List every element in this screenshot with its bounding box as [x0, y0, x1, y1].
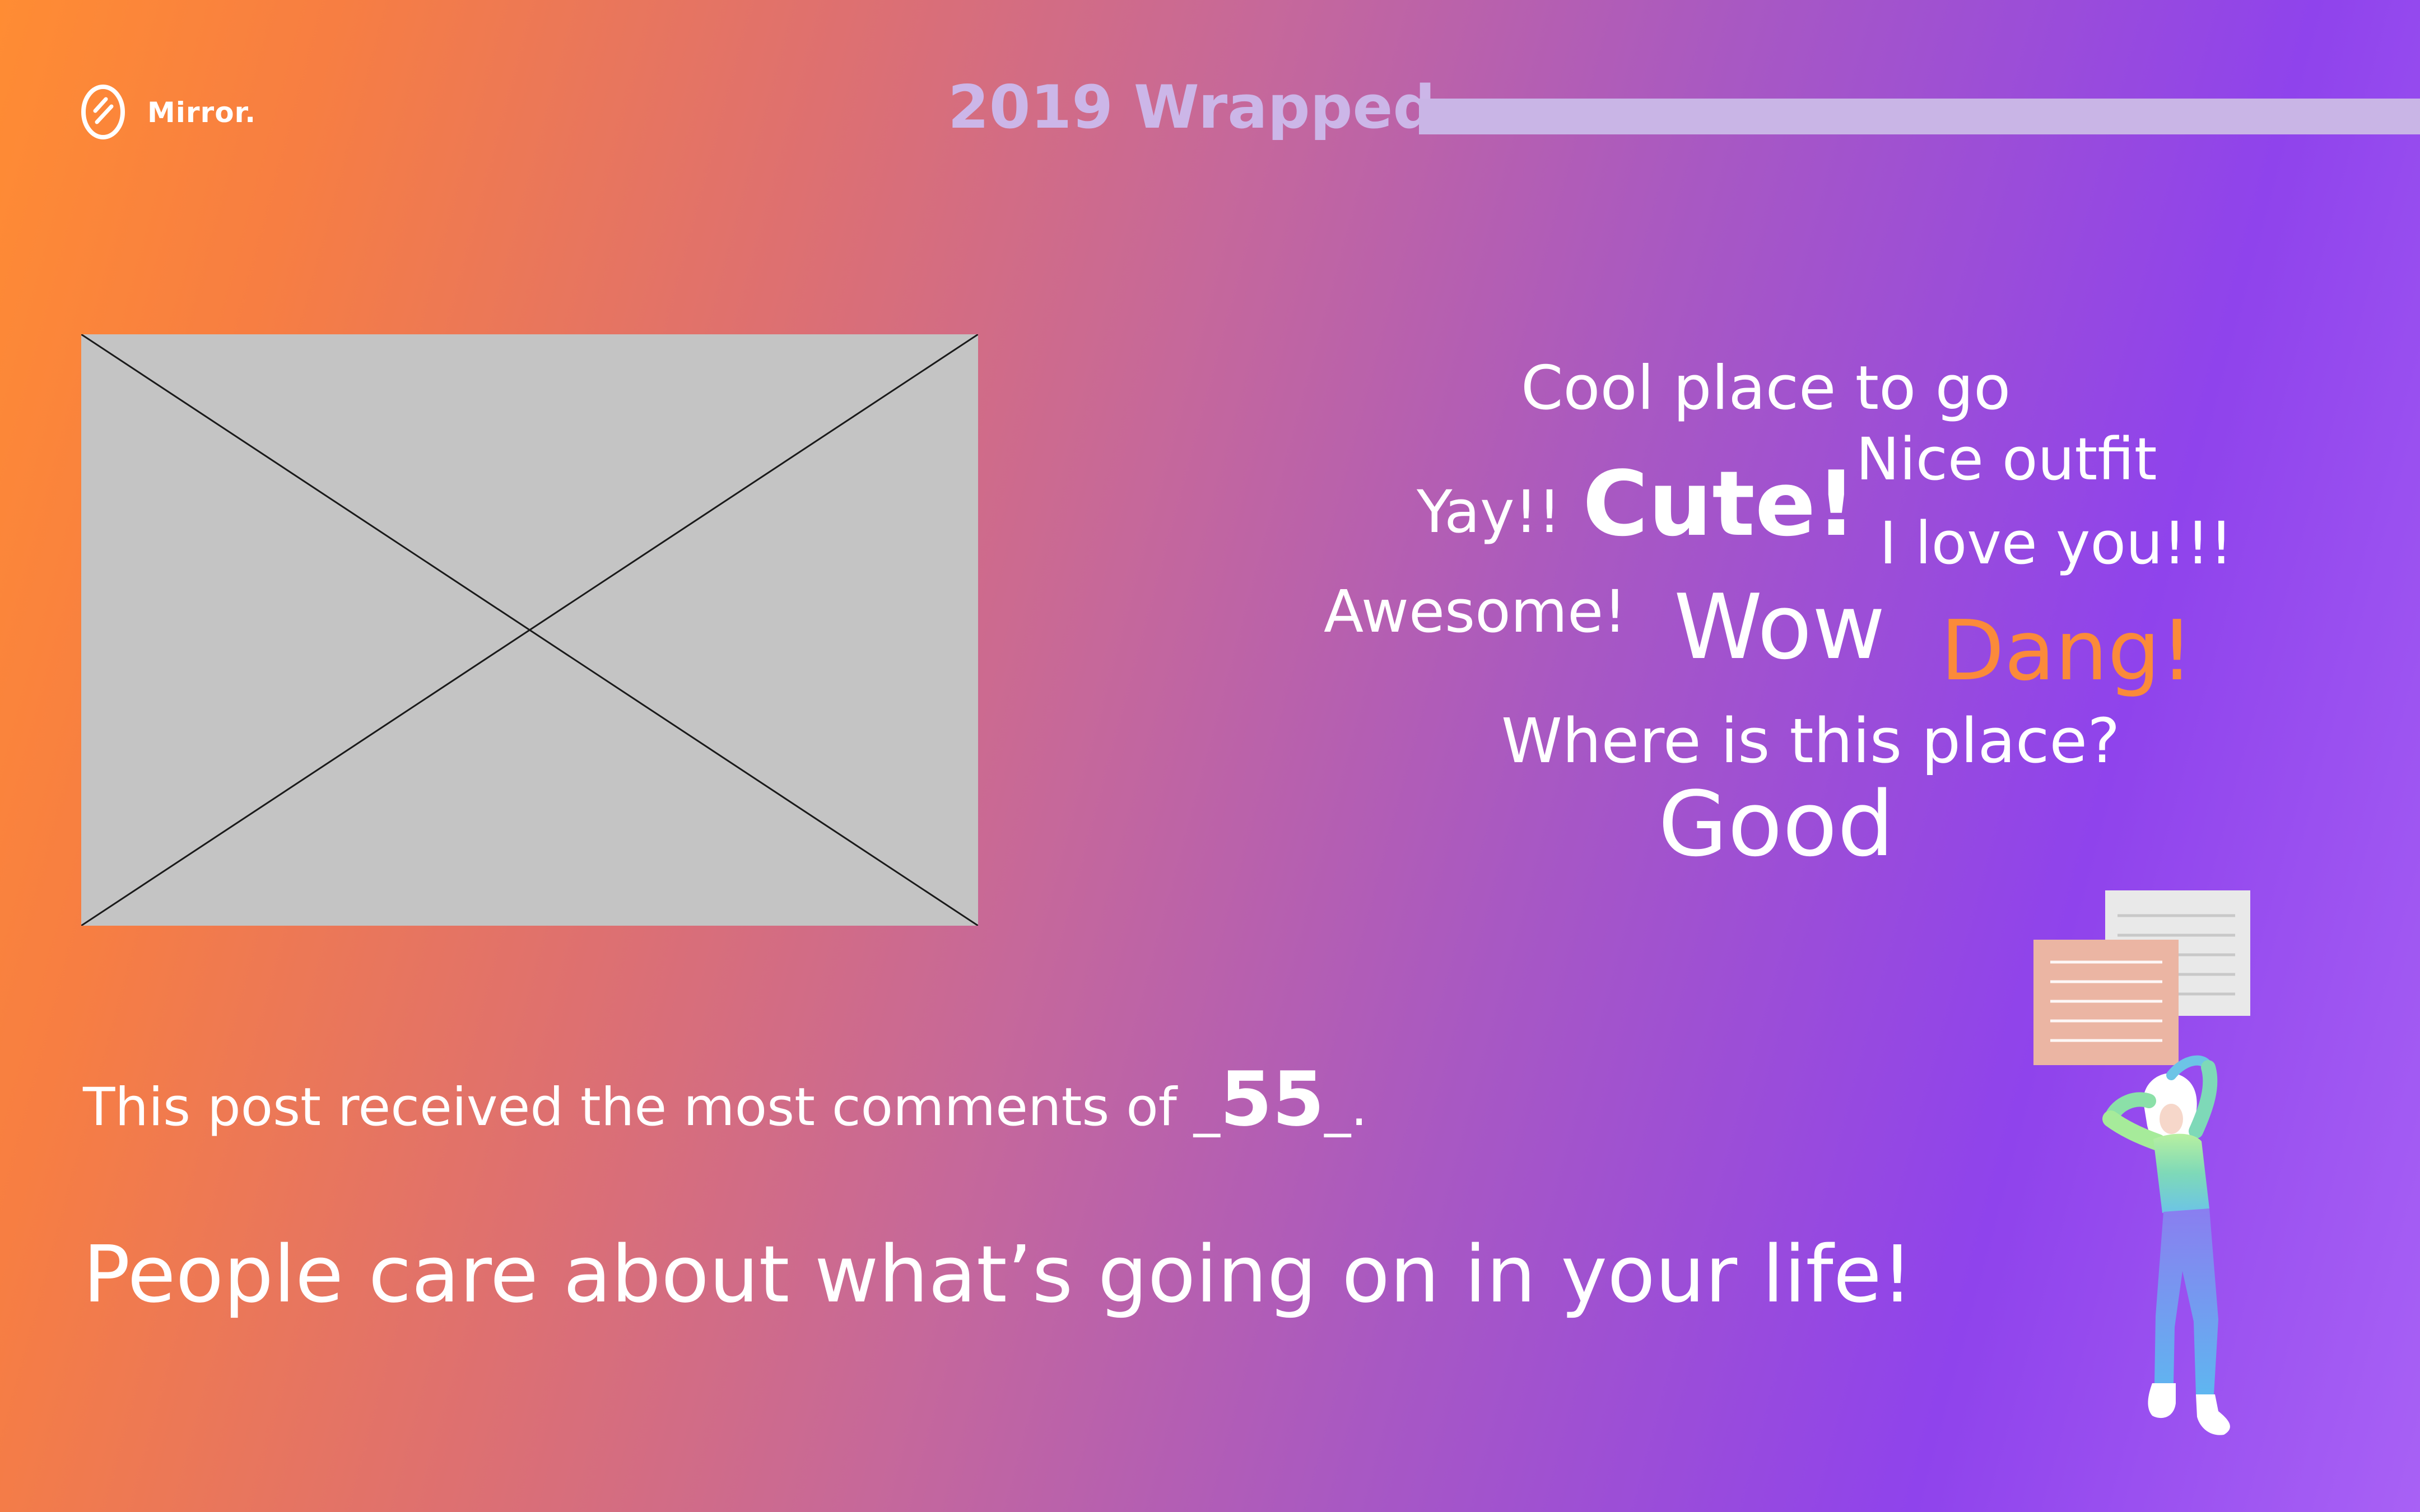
image-placeholder-icon [81, 334, 978, 926]
headline: People care about what’s going on in you… [83, 1229, 1913, 1320]
header-accent-bar [1419, 99, 2420, 134]
person-reading-messages-illustration [2033, 890, 2250, 1435]
word-awesome: Awesome! [1324, 577, 1627, 646]
comment-count: 55 [1220, 1056, 1325, 1143]
brand: Mirror. [80, 83, 256, 142]
caption-prefix: This post received the most comments of … [83, 1077, 1220, 1138]
word-cute: Cute! [1583, 451, 1857, 556]
mirror-logo-icon [81, 85, 125, 139]
brand-name: Mirror. [147, 96, 257, 129]
word-where-place: Where is this place? [1501, 705, 2120, 777]
word-yay: Yay!! [1417, 478, 1561, 546]
comment-count-caption: This post received the most comments of … [83, 1058, 1367, 1141]
page-title: 2019 Wrapped [948, 73, 1436, 142]
caption-suffix: _. [1324, 1077, 1368, 1138]
word-love-you: I love you!!! [1879, 509, 2233, 577]
word-cool-place: Cool place to go [1521, 353, 2011, 423]
word-nice-outfit: Nice outfit [1856, 425, 2157, 493]
word-wow: Wow [1674, 575, 1886, 679]
word-good: Good [1658, 772, 1895, 876]
word-dang: Dang! [1940, 603, 2194, 699]
